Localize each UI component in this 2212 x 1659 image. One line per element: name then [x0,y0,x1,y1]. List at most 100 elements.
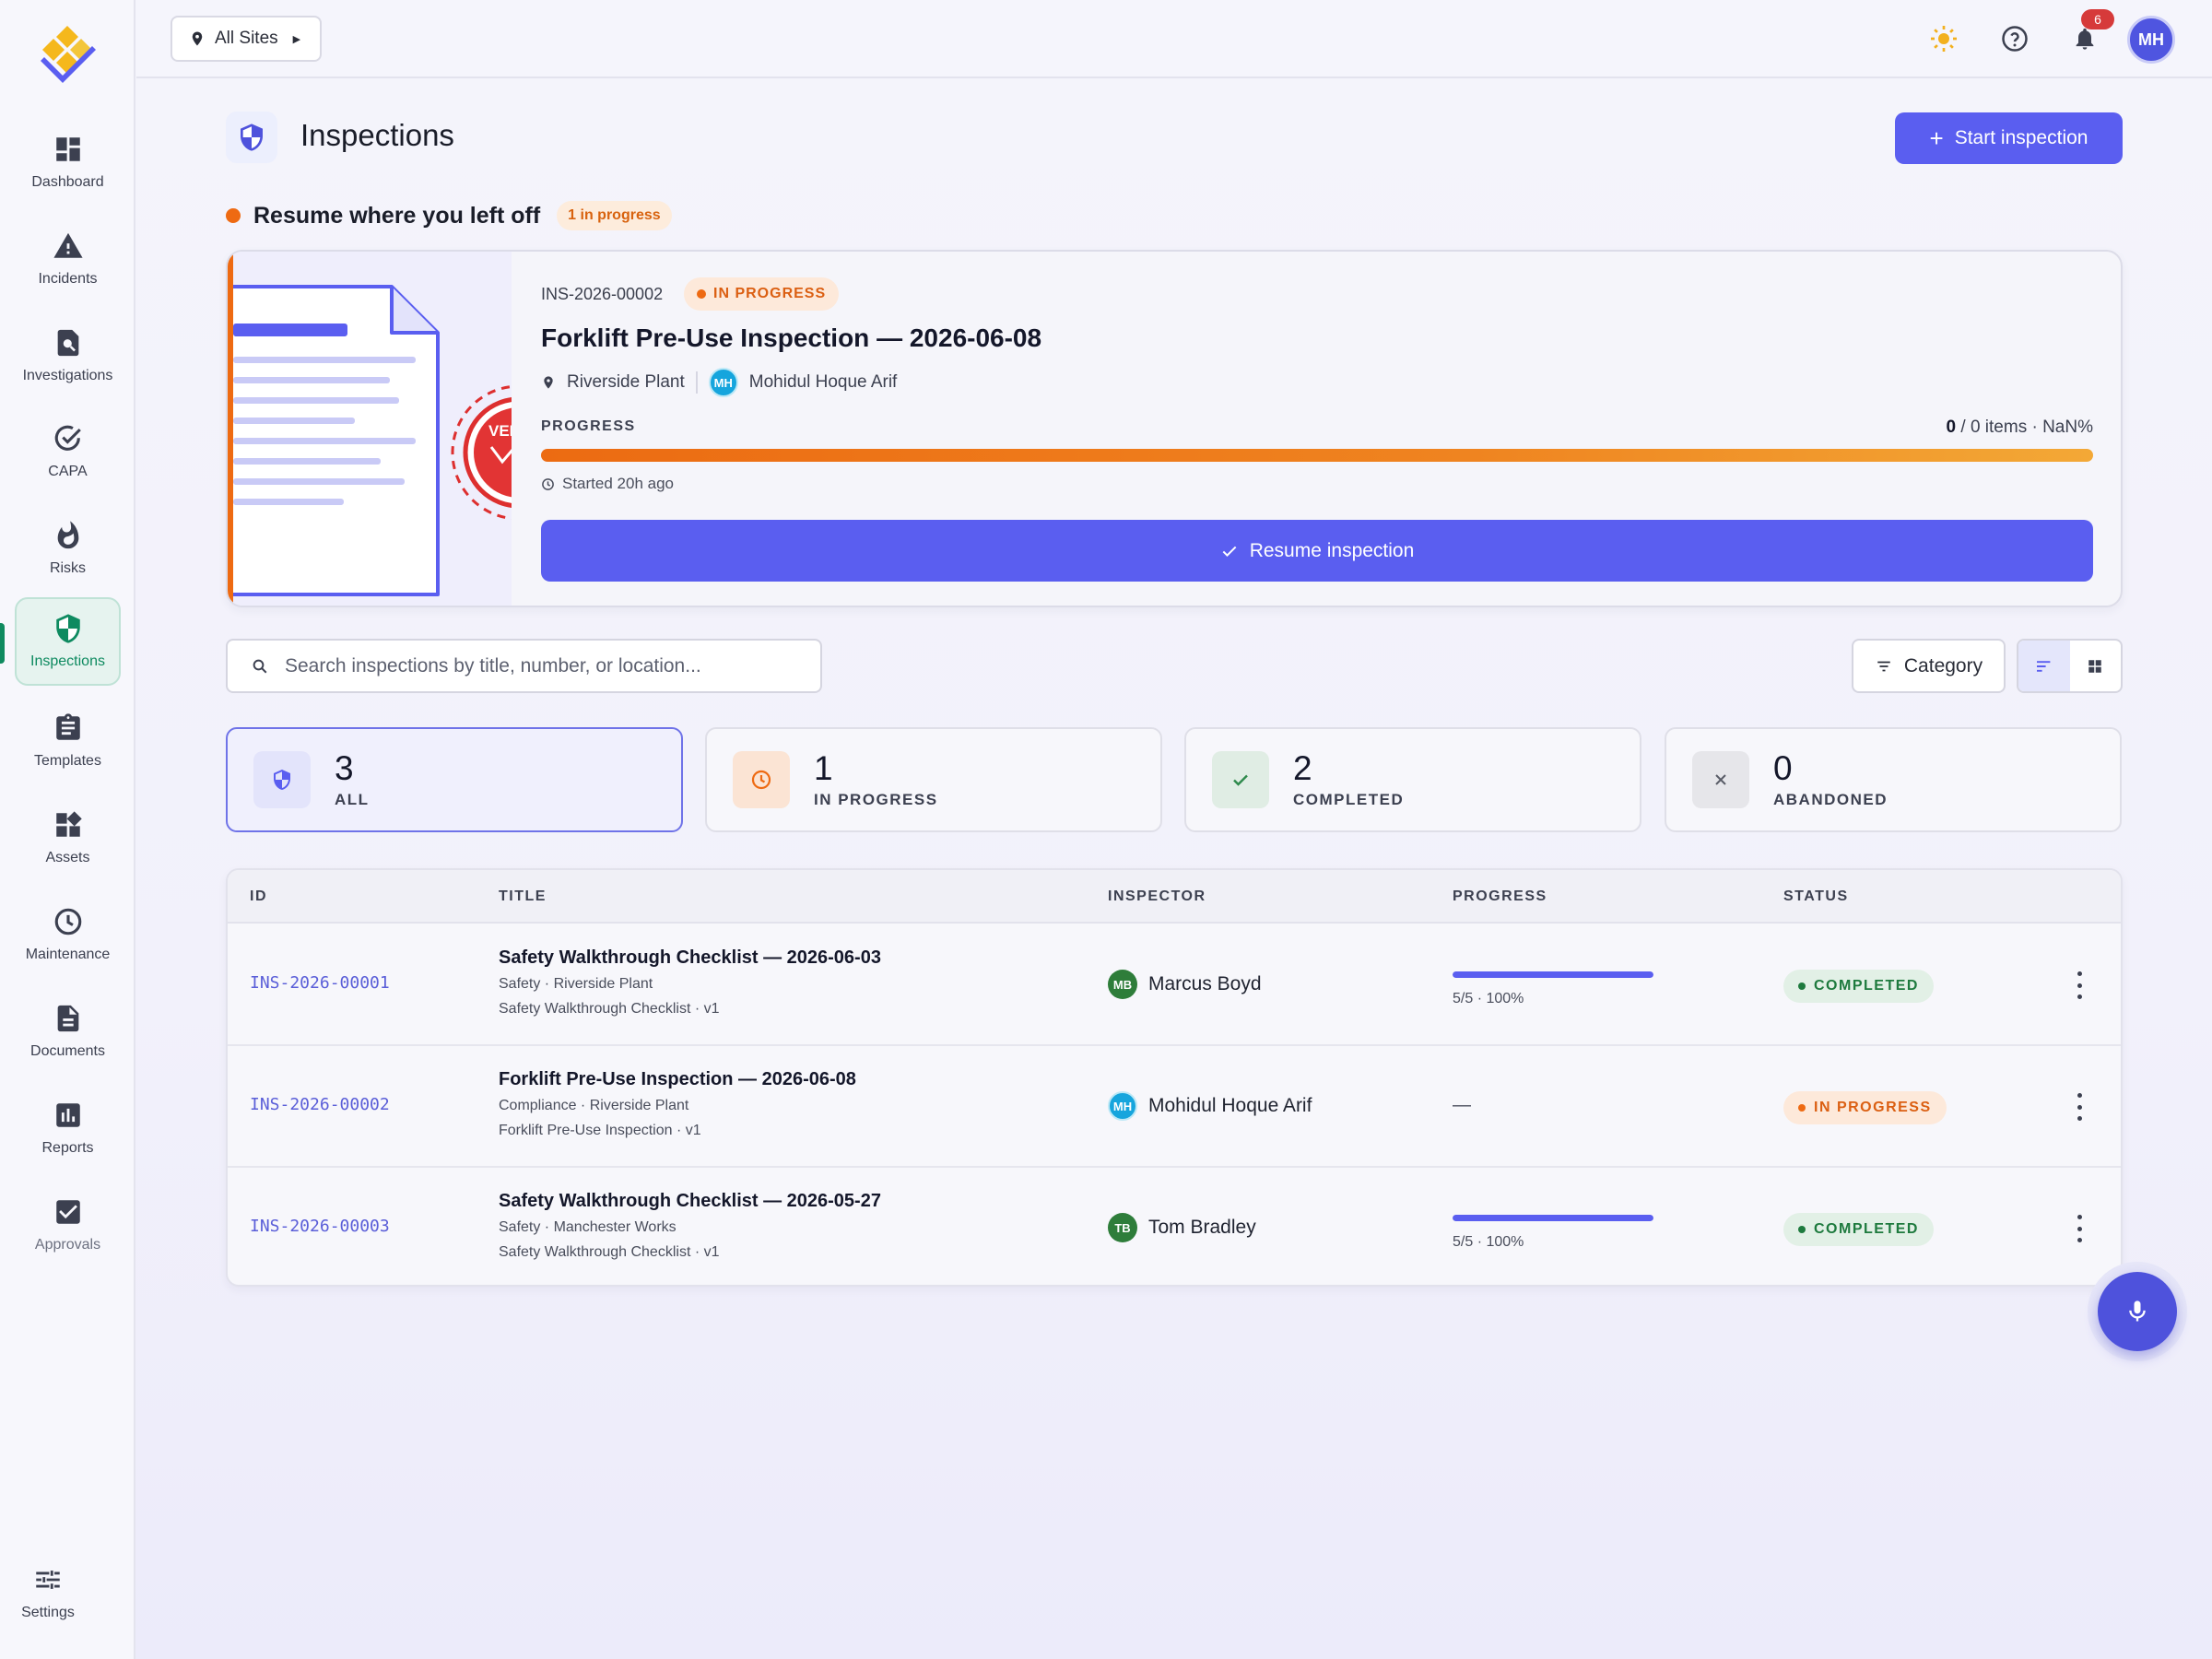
table-row[interactable]: INS-2026-00001 Safety Walkthrough Checkl… [228,925,2121,1046]
voice-button-inner [2098,1272,2177,1351]
top-bar: All Sites ▶ [136,0,2212,78]
inspection-category-location: Compliance · Riverside Plant [499,1098,689,1113]
help-icon [2002,26,2028,52]
inspection-id-link[interactable]: INS-2026-00002 [250,1095,390,1114]
status-dot [1798,1104,1806,1112]
resume-section-heading: Resume where you left off 1 in progress [226,201,672,230]
app-logo[interactable] [35,22,100,87]
progress-cell: 5/5 · 100% [1453,1215,1653,1251]
resume-inspection-button[interactable]: Resume inspection [541,520,2093,582]
inspections-table: ID TITLE INSPECTOR PROGRESS STATUS INS-2… [226,868,2123,1287]
notification-count-badge: 6 [2081,9,2114,29]
stat-value: 1 [814,748,833,787]
table-row[interactable]: INS-2026-00002 Forklift Pre-Use Inspecti… [228,1047,2121,1168]
stat-card-abandoned[interactable]: 0 ABANDONED [1665,727,2122,832]
grid-view-icon [2088,659,2101,673]
caret-right-icon: ▶ [292,33,301,45]
sidebar-item-risks[interactable]: Risks [15,504,121,593]
inspection-title: Forklift Pre-Use Inspection — 2026-06-08 [499,1069,856,1089]
category-filter-label: Category [1903,654,1983,677]
row-actions-menu-icon[interactable] [2074,1215,2085,1242]
clock-icon [54,908,81,935]
check-icon [1233,774,1248,786]
sidebar-item-label: Incidents [38,271,98,287]
sidebar-item-label: Documents [30,1043,105,1059]
voice-assistant-button[interactable] [2088,1262,2187,1361]
stat-icon-box [1692,751,1749,808]
list-view-button[interactable] [2018,641,2070,691]
sun-icon [1931,26,1957,52]
inspection-title-cell: Forklift Pre-Use Inspection — 2026-06-08… [499,1069,856,1147]
sidebar-item-settings[interactable]: Settings [7,1554,88,1631]
stamp-text: VER [488,422,512,440]
status-dot [1798,982,1806,990]
column-header-inspector[interactable]: INSPECTOR [1108,888,1206,905]
category-filter-button[interactable]: Category [1852,639,2006,693]
inspection-id-link[interactable]: INS-2026-00001 [250,973,390,993]
status-badge-label: IN PROGRESS [713,286,827,301]
sidebar-item-approvals[interactable]: Approvals [15,1181,121,1269]
site-selector[interactable]: All Sites ▶ [171,16,322,62]
grid-view-button[interactable] [2070,641,2122,691]
sidebar-item-capa[interactable]: CAPA [15,407,121,496]
inspection-id-link[interactable]: INS-2026-00003 [250,1217,390,1236]
stat-value: 0 [1773,748,1793,787]
search-icon [253,659,267,673]
sidebar-item-label: Reports [41,1140,94,1156]
settings-label: Settings [21,1605,75,1620]
flame-icon [57,521,78,549]
status-badge: COMPLETED [1783,1213,1934,1246]
location-pin-icon [544,376,553,389]
row-progress-bar [1453,1215,1653,1221]
shield-icon [241,124,263,151]
inspection-title: Safety Walkthrough Checklist — 2026-06-0… [499,947,881,968]
sidebar: Dashboard Incidents Investigations CAPA … [0,0,135,1659]
view-mode-toggle [2017,639,2123,693]
checkbox-icon [55,1200,80,1224]
inspection-illustration: VER [233,252,512,606]
search-input[interactable]: Search inspections by title, number, or … [226,639,822,693]
row-actions-menu-icon[interactable] [2074,1093,2085,1121]
column-header-title[interactable]: TITLE [499,888,547,905]
sidebar-item-label: Maintenance [25,947,111,962]
theme-toggle-button[interactable] [1927,22,1960,55]
column-header-id[interactable]: ID [250,888,267,905]
inspector-avatar: MH [708,368,738,397]
row-actions-menu-icon[interactable] [2074,971,2085,999]
table-row[interactable]: INS-2026-00003 Safety Walkthrough Checkl… [228,1169,2121,1285]
sidebar-item-reports[interactable]: Reports [15,1084,121,1172]
sidebar-item-incidents[interactable]: Incidents [15,215,121,303]
sidebar-item-maintenance[interactable]: Maintenance [15,890,121,979]
column-header-progress[interactable]: PROGRESS [1453,888,1547,905]
search-document-icon [57,329,78,357]
inspector-avatar: MH [1108,1091,1137,1121]
status-badge: IN PROGRESS [684,277,840,311]
sidebar-item-assets[interactable]: Assets [15,794,121,882]
inspection-title-cell: Safety Walkthrough Checklist — 2026-05-2… [499,1191,881,1269]
stat-card-completed[interactable]: 2 COMPLETED [1184,727,1641,832]
progress-cell: 5/5 · 100% [1453,971,1653,1007]
sidebar-item-label: Risks [49,560,87,576]
help-button[interactable] [1998,22,2031,55]
status-dot [226,208,241,223]
sidebar-item-inspections[interactable]: Inspections [15,597,121,686]
sidebar-item-investigations[interactable]: Investigations [15,312,121,400]
sidebar-item-documents[interactable]: Documents [15,987,121,1076]
inspection-category-location: Safety · Manchester Works [499,1219,677,1235]
stat-label: COMPLETED [1293,790,1405,808]
sidebar-item-label: Inspections [30,653,105,669]
table-header: ID TITLE INSPECTOR PROGRESS STATUS [228,870,2121,924]
stat-card-in-progress[interactable]: 1 IN PROGRESS [705,727,1162,832]
stat-card-all[interactable]: 3 ALL [226,727,683,832]
column-header-status[interactable]: STATUS [1783,888,1849,905]
sidebar-item-dashboard[interactable]: Dashboard [15,118,121,206]
user-avatar[interactable]: MH [2127,16,2175,64]
shield-icon [55,614,80,643]
page-title: Inspections [300,118,454,152]
filter-icon [1877,661,1890,671]
start-inspection-button[interactable]: + Start inspection [1895,112,2123,164]
inspection-category-location: Safety · Riverside Plant [499,976,653,992]
progress-done-count: 0 [1946,418,1957,437]
sidebar-item-templates[interactable]: Templates [15,697,121,785]
row-progress-fill [1453,971,1653,978]
